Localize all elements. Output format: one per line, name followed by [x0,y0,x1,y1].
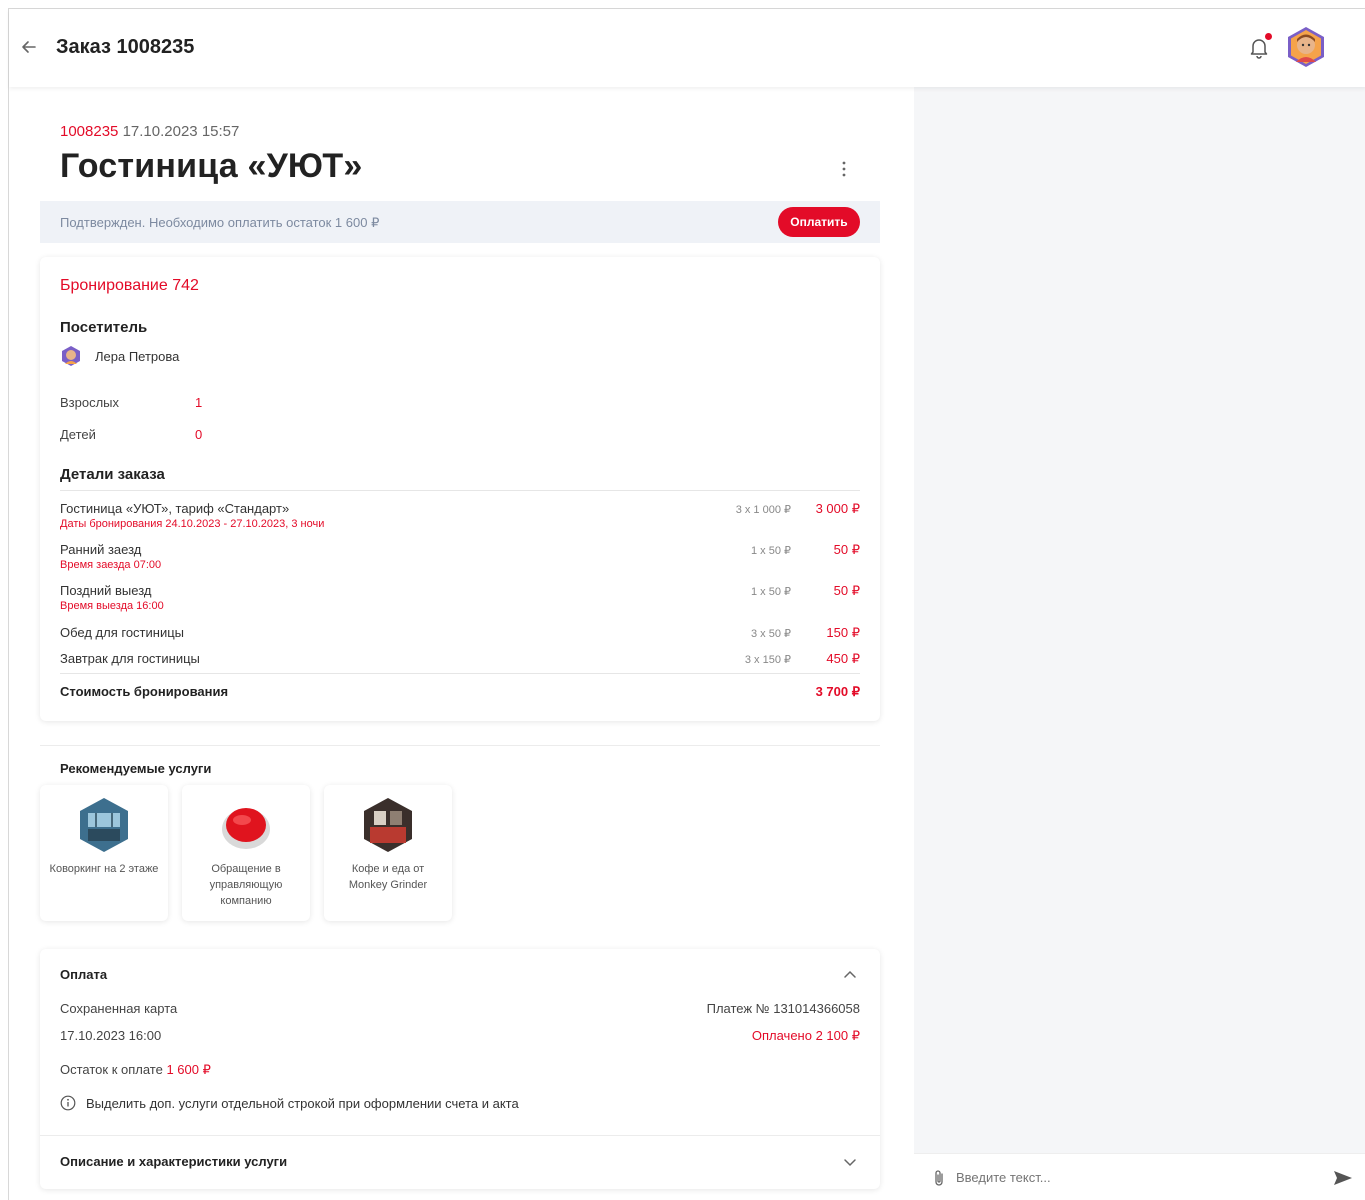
page-title: Заказ 1008235 [56,36,195,58]
visitor-avatar [62,346,80,366]
more-menu-icon[interactable] [837,159,851,179]
service-card-coffee[interactable]: Кофе и еда от Monkey Grinder [324,785,452,921]
service-label: Кофе и еда от Monkey Grinder [348,863,428,891]
line-qty: 1 x 50 ₽ [750,586,791,598]
info-text: Выделить доп. услуги отдельной строкой п… [86,1095,519,1111]
chevron-down-icon[interactable] [843,1157,857,1167]
top-bar: Заказ 1008235 [9,9,1365,87]
booking-title: Бронирование 742 [60,277,199,294]
payment-card: Оплата Сохраненная карта Платеж № 131014… [40,949,880,1189]
line-sum: 50 ₽ [833,583,860,598]
line-name: Поздний выезд [60,583,152,598]
visitor-name: Лера Петрова [95,348,180,364]
total-divider [60,673,860,674]
line-name: Обед для гостиницы [60,625,185,640]
service-card-coworking[interactable]: Коворкинг на 2 этаже [40,785,168,921]
chat-pane [914,87,1365,1200]
line-name: Завтрак для гостиницы [60,651,200,666]
line-qty: 1 x 50 ₽ [750,545,791,557]
service-label: Обращение в управляющую компанию [209,863,283,907]
line-name: Гостиница «УЮТ», тариф «Стандарт» [60,501,290,516]
line-sum: 3 000 ₽ [815,501,860,516]
info-row[interactable]: Выделить доп. услуги отдельной строкой п… [60,1095,519,1111]
user-avatar[interactable] [1285,26,1327,68]
adults-value: 1 [195,395,203,410]
payment-date: 17.10.2023 16:00 [60,1028,162,1043]
order-number: 1008235 [60,123,119,140]
remain-value: 1 600 ₽ [166,1062,211,1077]
payment-divider [40,1135,880,1136]
line-qty: 3 x 1 000 ₽ [735,504,791,516]
status-banner: Подтвержден. Необходимо оплатить остаток… [40,201,880,243]
children-value: 0 [195,427,203,442]
line-name: Ранний заезд [60,542,142,557]
send-icon[interactable] [1332,1168,1354,1188]
children-label: Детей [60,427,96,442]
notification-dot [1265,33,1272,40]
line-qty: 3 x 50 ₽ [750,628,791,640]
service-label: Коворкинг на 2 этаже [49,863,159,875]
details-divider [60,490,860,491]
remain-label: Остаток к оплате [60,1062,163,1077]
order-datetime: 17.10.2023 15:57 [122,123,240,140]
line-sub: Даты бронирования 24.10.2023 - 27.10.202… [60,518,325,530]
remain-row: Остаток к оплате 1 600 ₽ [60,1062,211,1078]
line-sum: 150 ₽ [826,625,860,640]
line-qty: 3 x 150 ₽ [744,654,791,666]
cafe-image [364,798,412,852]
line-sum: 450 ₽ [826,651,860,666]
total-label: Стоимость бронирования [60,684,229,699]
recommended-title: Рекомендуемые услуги [60,761,212,776]
payment-number: Платеж № 131014366058 [706,1001,860,1016]
description-title[interactable]: Описание и характеристики услуги [60,1154,287,1169]
help-button-image [222,808,270,849]
section-divider [40,745,880,746]
paid-amount: Оплачено 2 100 ₽ [751,1028,860,1043]
booking-card: Бронирование 742 Посетитель Лера Петрова… [40,257,880,721]
chat-input-bar [914,1153,1365,1200]
visitor-heading: Посетитель [60,319,148,336]
service-card-support[interactable]: Обращение в управляющую компанию [182,785,310,921]
total-value: 3 700 ₽ [815,684,860,699]
paperclip-icon[interactable] [932,1168,946,1188]
chevron-up-icon[interactable] [843,969,857,979]
hotel-title: Гостиница «УЮТ» [60,147,363,185]
visitor-row: Лера Петрова [60,345,179,367]
line-sub: Время заезда 07:00 [60,559,162,571]
back-arrow-icon[interactable] [19,37,39,57]
order-panel: 1008235 17.10.2023 15:57 Гостиница «УЮТ»… [9,87,914,1200]
payment-title: Оплата [60,967,108,982]
bell-icon[interactable] [1249,37,1269,59]
adults-label: Взрослых [60,395,120,410]
status-text: Подтвержден. Необходимо оплатить остаток… [60,215,380,230]
info-icon [60,1095,76,1111]
order-meta: 1008235 17.10.2023 15:57 [60,123,239,140]
payment-method: Сохраненная карта [60,1001,178,1016]
coworking-image [80,798,128,852]
chat-message-input[interactable] [956,1170,1316,1185]
app-window: Заказ 1008235 1008235 17.10.2023 15:57 Г… [8,8,1365,1200]
pay-button[interactable]: Оплатить [778,207,860,237]
line-sum: 50 ₽ [833,542,860,557]
line-sub: Время выезда 16:00 [60,600,164,612]
details-heading: Детали заказа [60,466,165,483]
